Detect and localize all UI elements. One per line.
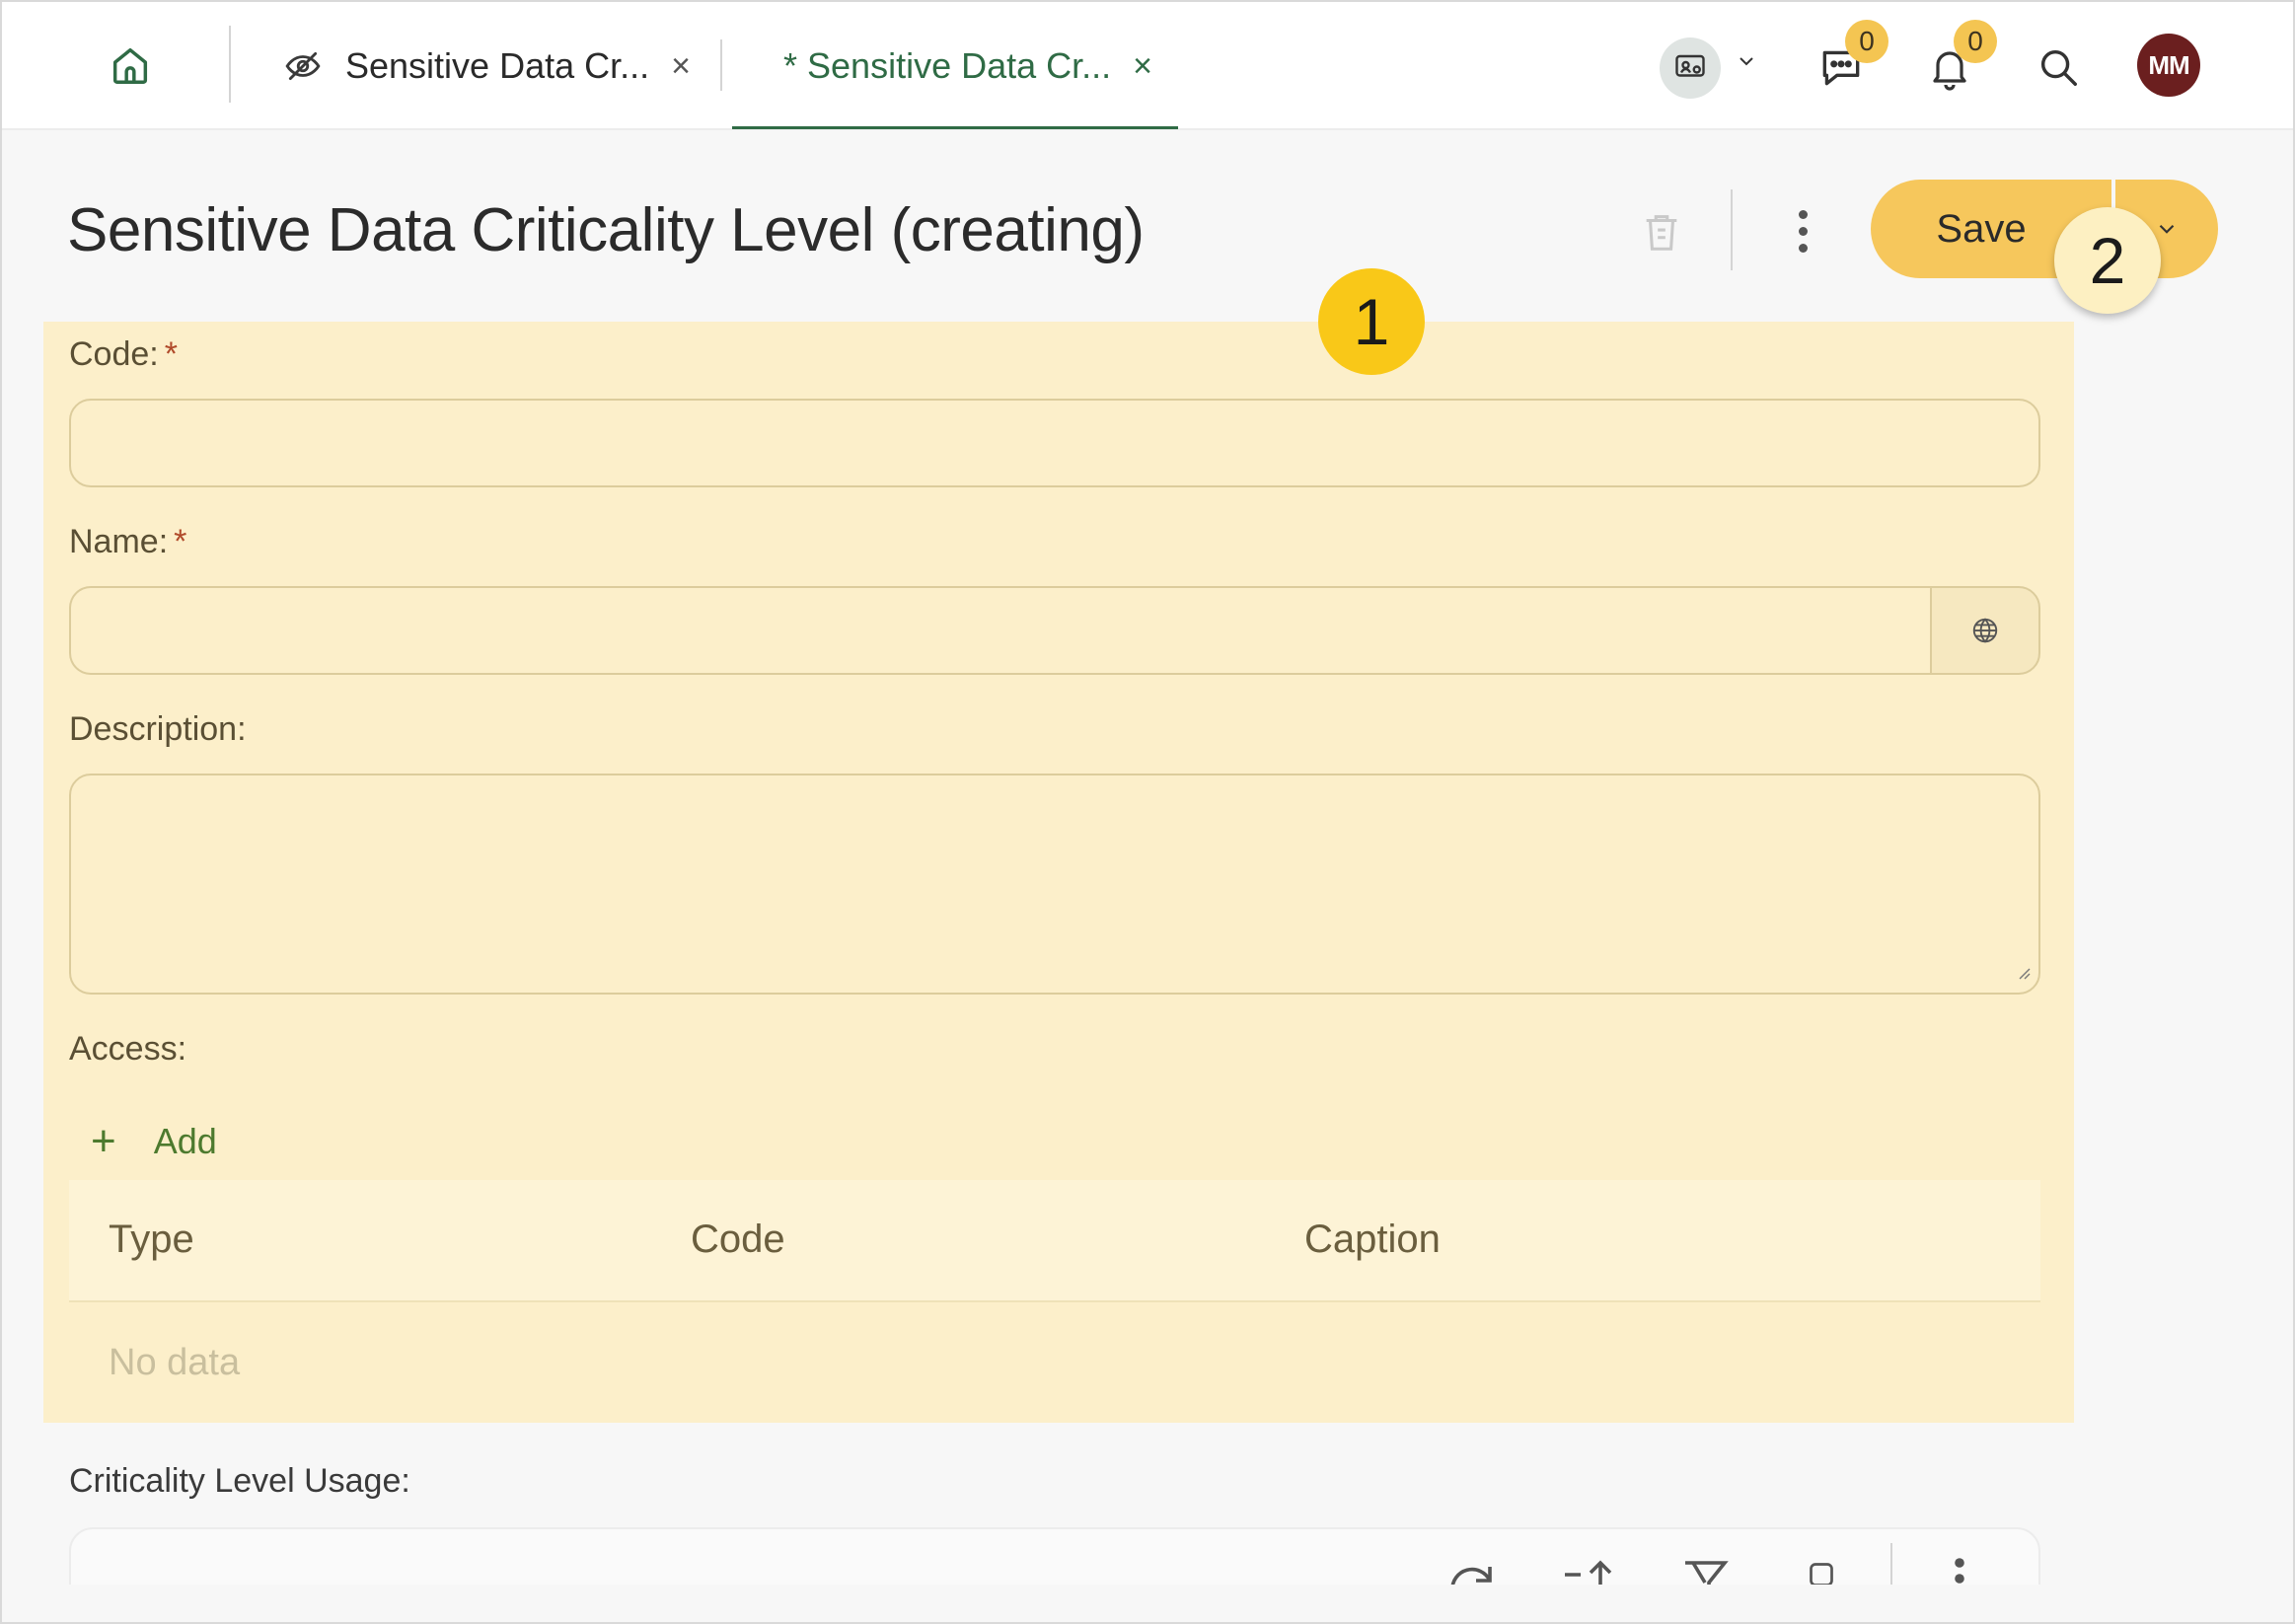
empty-state-text: No data — [109, 1342, 241, 1383]
chevron-down-icon[interactable] — [1735, 49, 1758, 78]
resize-handle-icon[interactable] — [2015, 964, 2031, 985]
close-icon[interactable]: × — [1133, 47, 1152, 86]
chat-count-badge: 0 — [1845, 20, 1888, 63]
chevron-down-icon — [2159, 224, 2175, 234]
active-tab-indicator — [732, 126, 1178, 129]
tab-label: * Sensitive Data Cr... — [783, 45, 1112, 86]
more-actions-button[interactable] — [1788, 203, 1817, 258]
workspace-switch-icon — [1675, 54, 1705, 77]
divider — [229, 26, 231, 103]
name-label: Name: * — [69, 523, 187, 560]
required-mark: * — [164, 335, 178, 373]
globe-icon — [1972, 618, 1998, 643]
plus-icon: + — [91, 1117, 116, 1165]
page-title: Sensitive Data Criticality Level (creati… — [67, 196, 1145, 264]
divider — [720, 39, 722, 91]
app-window: Sensitive Data Cr... × * Sensitive Data … — [0, 0, 2295, 1624]
user-avatar[interactable]: MM — [2137, 34, 2200, 97]
home-icon — [112, 47, 148, 84]
divider — [1731, 189, 1733, 270]
tab-sensitive-data-1[interactable]: Sensitive Data Cr... × — [284, 2, 691, 130]
search-icon — [2040, 49, 2077, 86]
add-access-button[interactable]: + Add — [91, 1117, 217, 1166]
column-header-type[interactable]: Type — [109, 1218, 194, 1262]
workspace-switch-button[interactable] — [1660, 37, 1721, 99]
step-marker-2: 2 — [2054, 207, 2161, 314]
code-input[interactable] — [69, 399, 2040, 487]
search-button[interactable] — [2027, 36, 2090, 99]
eye-off-icon — [284, 46, 324, 86]
column-header-code[interactable]: Code — [691, 1218, 785, 1262]
column-header-caption[interactable]: Caption — [1304, 1218, 1441, 1262]
access-label: Access: — [69, 1030, 187, 1068]
tab-sensitive-data-2[interactable]: * Sensitive Data Cr... × — [783, 2, 1152, 130]
required-mark: * — [174, 523, 187, 560]
code-label: Code: * — [69, 335, 178, 373]
description-label: Description: — [69, 710, 247, 748]
close-icon[interactable]: × — [671, 47, 691, 86]
translate-button[interactable] — [1930, 586, 2040, 675]
add-label: Add — [153, 1121, 217, 1161]
access-table-header: Type Code Caption — [69, 1180, 2040, 1302]
delete-button[interactable] — [1636, 203, 1687, 260]
notifications-count-badge: 0 — [1954, 20, 1997, 63]
trash-icon — [1646, 215, 1677, 251]
tab-label: Sensitive Data Cr... — [345, 45, 650, 86]
step-marker-1: 1 — [1318, 268, 1425, 375]
usage-section-label: Criticality Level Usage: — [69, 1462, 410, 1500]
viewport-bottom-edge — [2, 1585, 2293, 1622]
name-input[interactable] — [69, 586, 1932, 675]
description-textarea[interactable] — [69, 774, 2040, 995]
home-button[interactable] — [101, 37, 160, 93]
top-bar: Sensitive Data Cr... × * Sensitive Data … — [2, 2, 2293, 130]
